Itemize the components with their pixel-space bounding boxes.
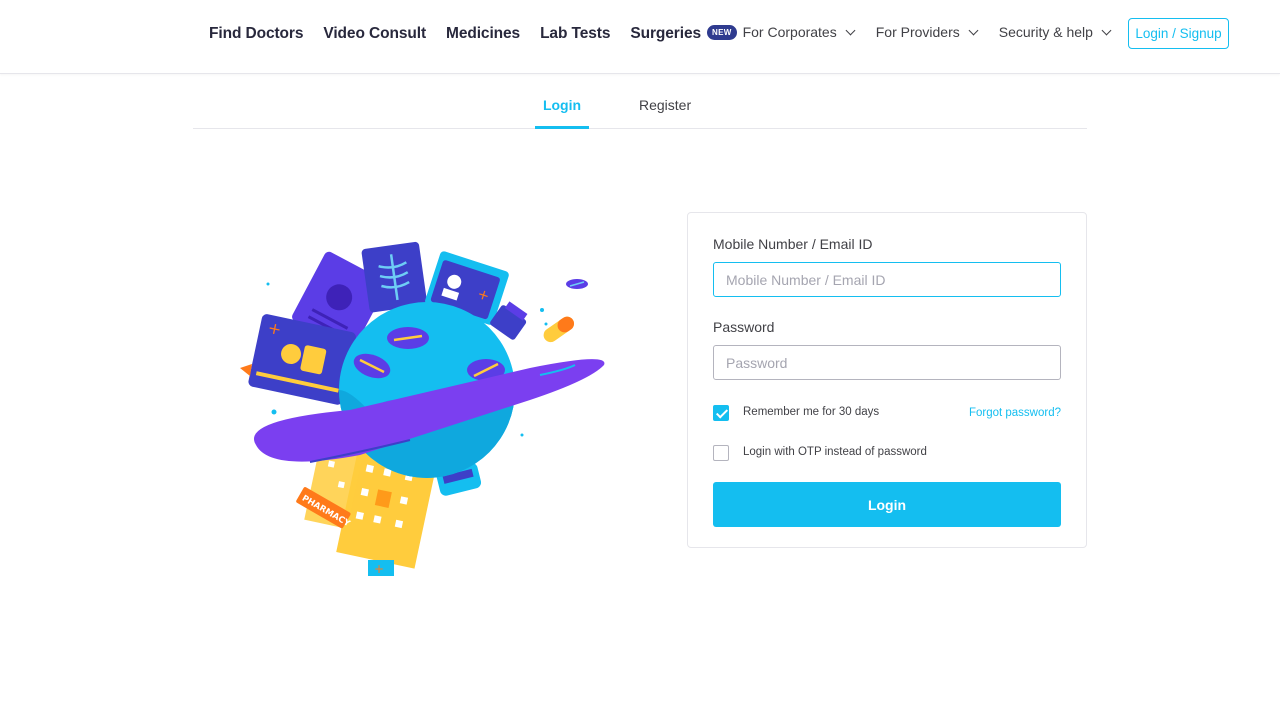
for-providers-dropdown[interactable]: For Providers: [875, 24, 979, 40]
remember-me-checkbox[interactable]: [713, 405, 729, 421]
for-corporates-label: For Corporates: [742, 24, 837, 40]
chevron-down-icon: [968, 25, 979, 35]
security-help-dropdown[interactable]: Security & help: [998, 24, 1112, 40]
remember-me-label: Remember me for 30 days: [743, 406, 880, 418]
top-header: Find Doctors Video Consult Medicines Lab…: [0, 0, 1280, 74]
password-label: Password: [713, 319, 775, 335]
otp-login-label: Login with OTP instead of password: [743, 446, 927, 458]
nav-lab-tests[interactable]: Lab Tests: [540, 25, 610, 43]
security-help-label: Security & help: [998, 24, 1093, 40]
for-providers-label: For Providers: [875, 24, 960, 40]
nav-surgeries[interactable]: Surgeries: [630, 25, 701, 43]
login-signup-button[interactable]: Login / Signup: [1128, 18, 1229, 49]
login-button[interactable]: Login: [713, 482, 1061, 527]
new-badge: NEW: [707, 24, 737, 40]
tab-login[interactable]: Login: [535, 97, 589, 129]
auth-tabs: Login Register: [193, 84, 1087, 129]
healthcare-planet-illustration: + + PHARMACY +: [240, 241, 605, 576]
for-corporates-dropdown[interactable]: NEW For Corporates: [707, 24, 856, 40]
otp-login-checkbox[interactable]: [713, 445, 729, 461]
nav-find-doctors[interactable]: Find Doctors: [209, 25, 303, 43]
password-input[interactable]: [713, 345, 1061, 380]
mobile-email-label: Mobile Number / Email ID: [713, 236, 873, 252]
svg-text:+: +: [374, 562, 384, 576]
forgot-password-link[interactable]: Forgot password?: [969, 407, 1061, 419]
chevron-down-icon: [845, 25, 856, 35]
tab-register[interactable]: Register: [639, 97, 691, 113]
chevron-down-icon: [1101, 25, 1112, 35]
nav-video-consult[interactable]: Video Consult: [323, 25, 426, 43]
secondary-nav: NEW For Corporates For Providers Securit…: [707, 24, 1132, 40]
nav-medicines[interactable]: Medicines: [446, 25, 520, 43]
main-nav: Find Doctors Video Consult Medicines Lab…: [209, 25, 701, 43]
mobile-email-input[interactable]: [713, 262, 1061, 297]
login-form-card: Mobile Number / Email ID Password Rememb…: [687, 212, 1087, 548]
